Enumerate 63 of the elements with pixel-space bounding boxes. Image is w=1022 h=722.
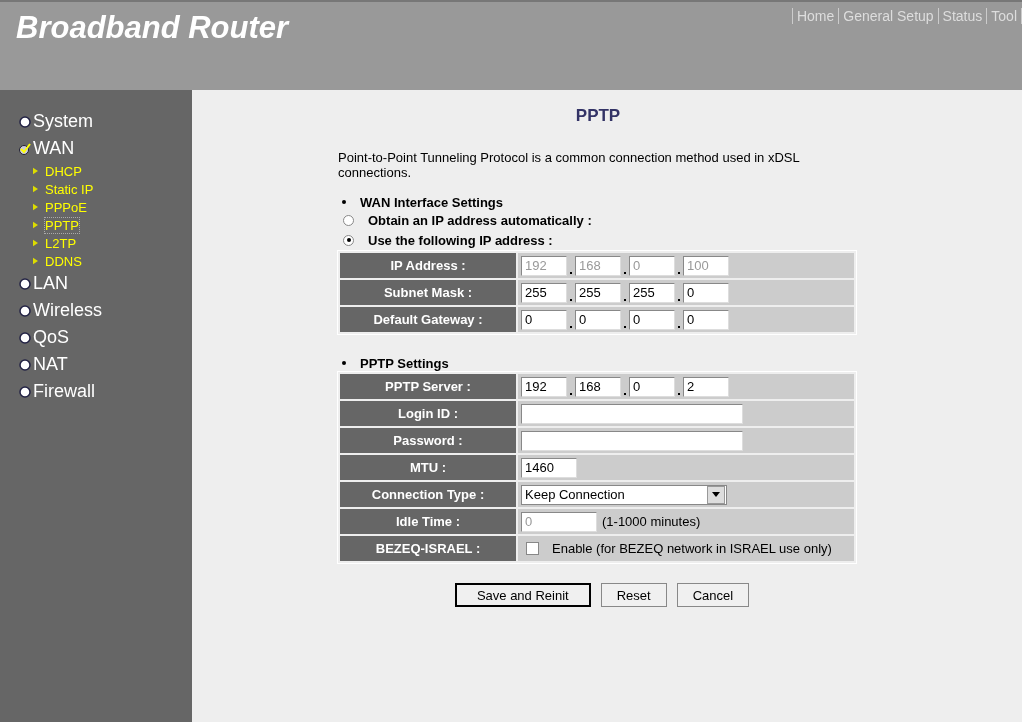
field-label: PPTP Server :	[340, 374, 516, 399]
radio-button[interactable]	[343, 214, 354, 226]
radio-label: Use the following IP address :	[368, 232, 553, 248]
field-label: BEZEQ-ISRAEL :	[340, 536, 516, 561]
ip-octet-field[interactable]: 2	[683, 376, 729, 397]
ip-octet-field[interactable]: 192	[521, 376, 567, 397]
field-label: Default Gateway :	[340, 307, 516, 332]
sidebar-subitem[interactable]: L2TP	[44, 234, 78, 252]
ip-octet-field[interactable]: 0	[683, 309, 729, 330]
router-title: Broadband Router	[16, 10, 289, 46]
sidebar-subitem[interactable]: PPPoE	[44, 198, 88, 216]
form-button[interactable]: Reset	[600, 583, 667, 607]
field-label: Connection Type :	[340, 482, 516, 507]
ip-octet-field[interactable]: 0	[521, 309, 567, 330]
sidebar-subitem[interactable]: DDNS	[44, 252, 83, 270]
sidebar-subitem[interactable]: DHCP	[44, 162, 83, 180]
triangle-icon	[33, 203, 38, 211]
sidebar-item[interactable]: NAT	[33, 354, 68, 375]
triangle-icon	[33, 185, 38, 193]
section-heading: WAN Interface Settings	[360, 194, 504, 210]
field-label: Password :	[340, 428, 516, 453]
radio-button[interactable]	[343, 234, 354, 246]
field-label: Subnet Mask :	[340, 280, 516, 305]
field-label: Idle Time :	[340, 509, 516, 534]
radio-label: Obtain an IP address automatically :	[368, 212, 592, 228]
checkbox-label: Enable (for BEZEQ network in ISRAEL use only)	[552, 541, 832, 556]
field-label: MTU :	[340, 455, 516, 480]
ip-octet-field[interactable]: 0	[575, 309, 621, 330]
unit-note: (1-1000 minutes)	[602, 514, 701, 529]
triangle-icon	[33, 167, 38, 175]
sidebar-item[interactable]: LAN	[33, 273, 68, 294]
sidebar-item[interactable]: System	[33, 111, 93, 132]
dropdown-arrow-icon	[712, 492, 720, 497]
triangle-icon	[33, 257, 38, 265]
form-button[interactable]: Cancel	[676, 583, 750, 607]
text-field[interactable]: 1460	[521, 457, 577, 478]
sidebar-item[interactable]: Firewall	[33, 381, 95, 402]
ip-octet-field[interactable]: 0	[629, 309, 675, 330]
bullet-icon	[342, 361, 346, 365]
sidebar-subitem[interactable]: Static IP	[44, 180, 95, 198]
text-field[interactable]	[521, 403, 743, 424]
ip-octet-field[interactable]: 0	[629, 376, 675, 397]
field-label: IP Address :	[340, 253, 516, 278]
checkbox[interactable]	[526, 542, 539, 555]
page-title: PPTP	[574, 106, 622, 126]
triangle-icon	[33, 221, 38, 229]
ip-octet-field[interactable]: 255	[521, 282, 567, 303]
sidebar-item[interactable]: Wireless	[33, 300, 102, 321]
triangle-icon	[33, 239, 38, 247]
ip-octet-field[interactable]: 168	[575, 376, 621, 397]
ip-octet-field[interactable]: 0	[683, 282, 729, 303]
text-field[interactable]	[521, 430, 743, 451]
form-button[interactable]: Save and Reinit	[454, 583, 591, 607]
sidebar-subitem[interactable]: PPTP	[44, 216, 80, 234]
field-label: Login ID :	[340, 401, 516, 426]
ip-octet-field[interactable]: 255	[575, 282, 621, 303]
description: Point-to-Point Tunneling Protocol is a common connection method used in xDSL connections.	[338, 150, 801, 180]
section-heading: PPTP Settings	[360, 355, 449, 371]
sidebar-item[interactable]: WAN	[33, 138, 75, 159]
dropdown[interactable]: Keep Connection	[521, 484, 727, 505]
bullet-icon	[342, 200, 346, 204]
ip-octet-field[interactable]: 255	[629, 282, 675, 303]
sidebar-item[interactable]: QoS	[33, 327, 70, 348]
